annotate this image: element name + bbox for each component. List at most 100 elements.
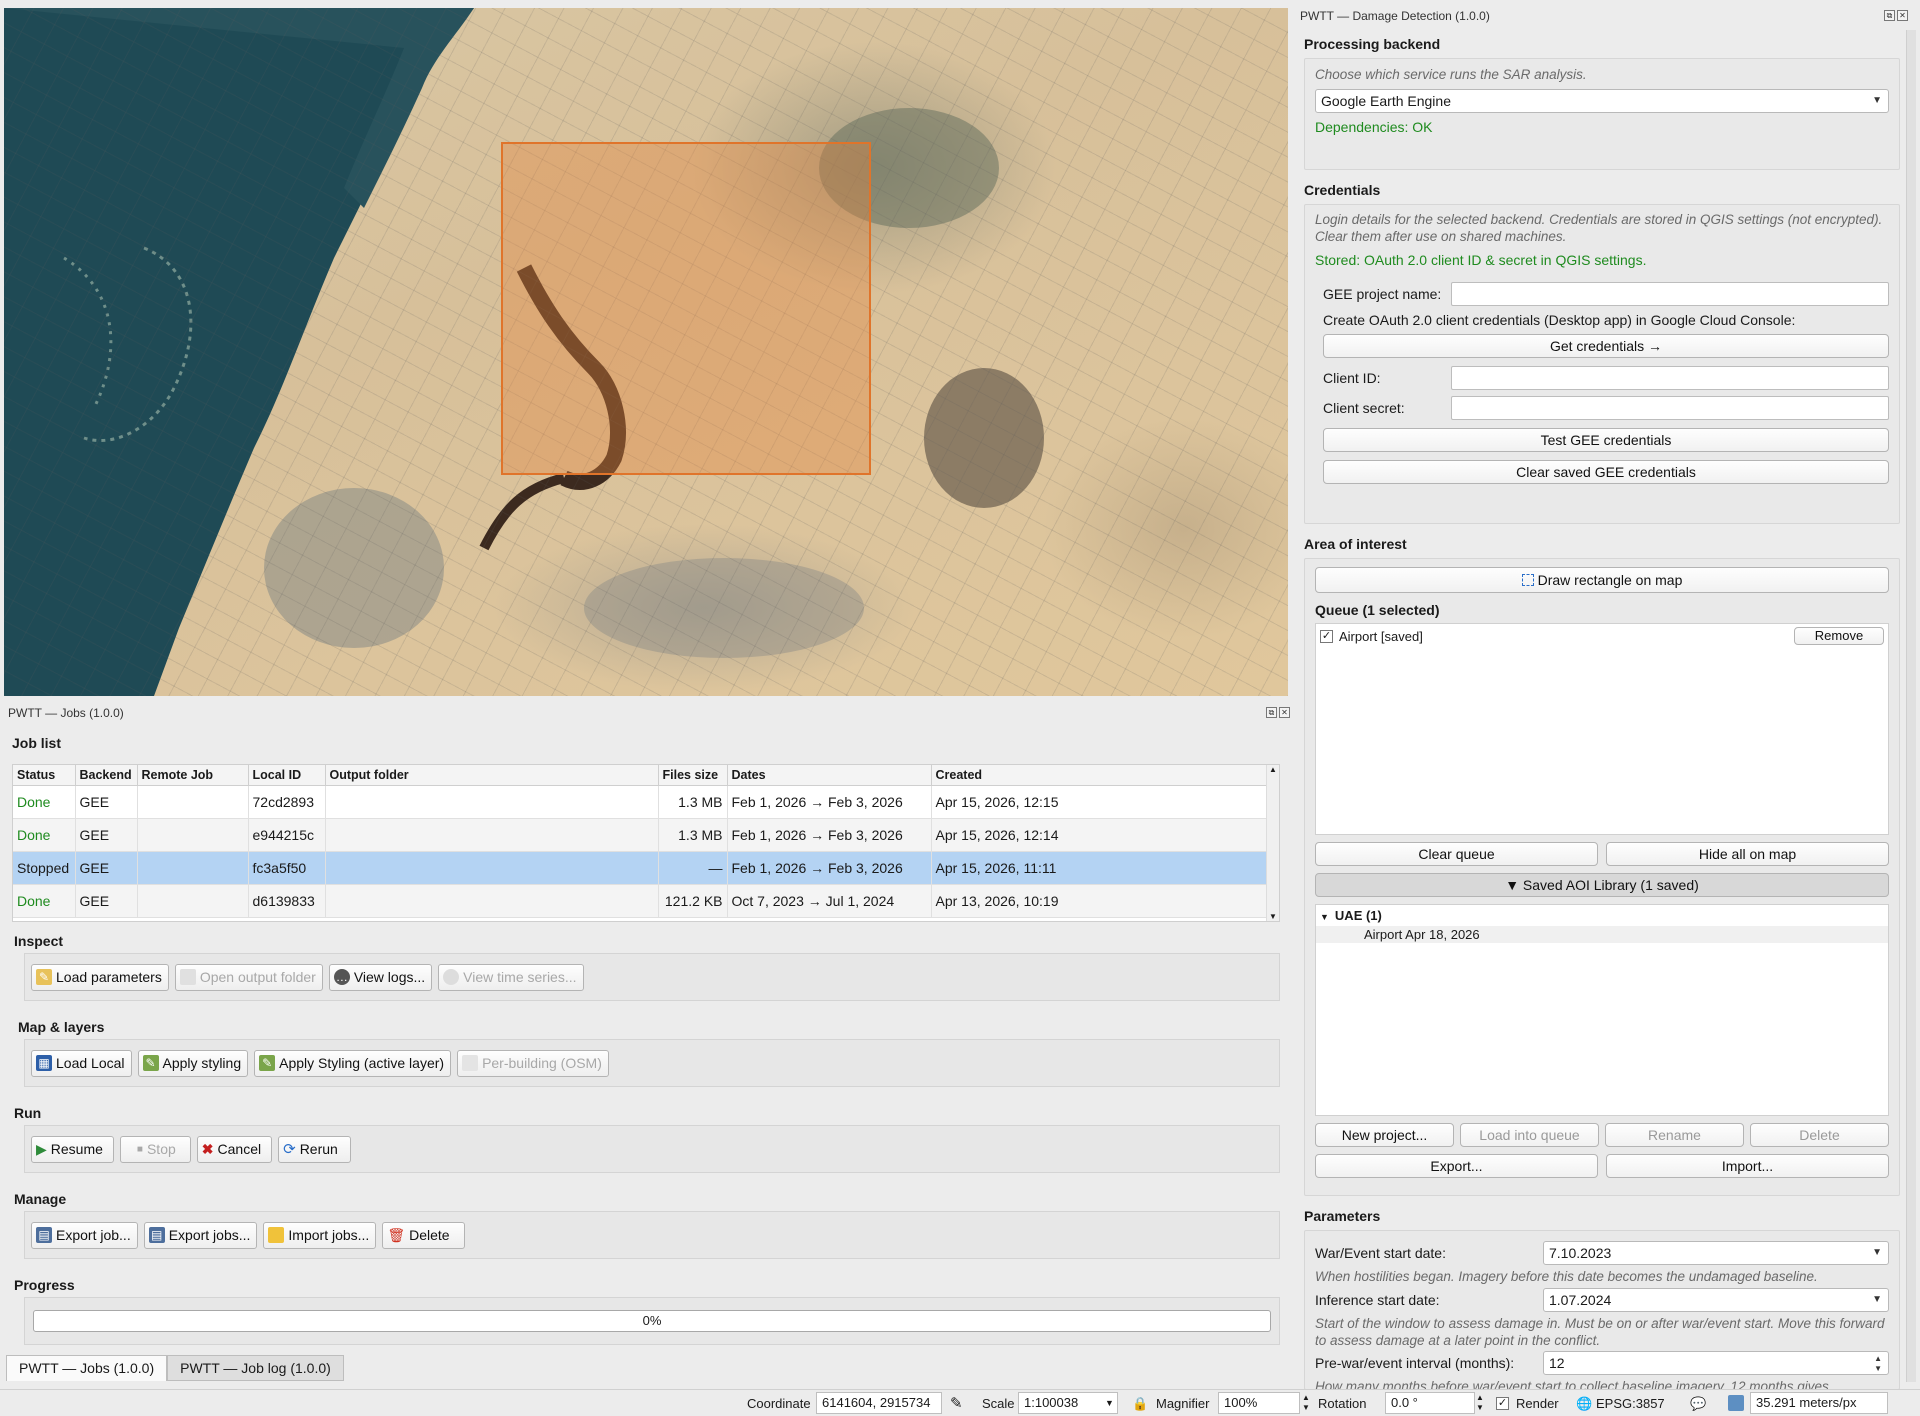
rotation-field[interactable]: 0.0 ° [1385,1392,1475,1414]
war-start-date-input[interactable]: 7.10.2023 ▼ [1543,1241,1889,1265]
load-parameters-button[interactable]: ✎ Load parameters [31,963,169,991]
job-local-id: fc3a5f50 [248,851,326,885]
clear-gee-credentials-button[interactable]: Clear saved GEE credentials [1323,460,1889,484]
inspect-heading: Inspect [14,933,64,949]
table-scrollbar[interactable]: ▲ ▼ [1266,765,1279,921]
draw-rectangle-label: Draw rectangle on map [1537,572,1683,588]
col-output-folder[interactable]: Output folder [325,765,659,786]
pre-interval-spinbox[interactable]: 12 ▲ ▼ [1543,1351,1889,1375]
open-output-folder-button[interactable]: Open output folder [174,963,323,991]
mouse-pointer-icon[interactable]: ✎ [950,1393,963,1414]
clear-queue-button[interactable]: Clear queue [1315,842,1598,866]
edit-icon: ✎ [36,969,52,985]
table-row[interactable]: Done GEE 72cd2893 1.3 MB Feb 1, 2026 → F… [13,785,1267,819]
export-job-button[interactable]: ▤ Export job... [31,1221,138,1249]
dock-title: PWTT — Damage Detection (1.0.0) ⧉ ✕ [1296,6,1912,26]
library-group[interactable]: ▼ UAE (1) [1316,905,1888,926]
stop-button[interactable]: ■ Stop [119,1135,191,1163]
inference-start-label: Inference start date: [1315,1292,1440,1308]
aoi-library-tree[interactable]: ▼ UAE (1) Airport Apr 18, 2026 [1315,904,1889,1116]
table-row[interactable]: Done GEE e944215c 1.3 MB Feb 1, 2026 → F… [13,818,1267,852]
queue-item-remove-button[interactable]: Remove [1794,627,1884,645]
apply-styling-button[interactable]: ✎ Apply styling [137,1049,249,1077]
backend-combo[interactable]: Google Earth Engine ▼ [1315,89,1889,113]
col-backend[interactable]: Backend [75,765,138,786]
spin-arrows-icon[interactable]: ▲ ▼ [1874,1354,1882,1374]
per-building-button[interactable]: Per-building (OSM) [457,1049,609,1077]
queue-item-checkbox[interactable]: ✓ [1320,629,1333,643]
queue-list[interactable]: ✓ Airport [saved] Remove [1315,623,1889,835]
scale-field[interactable]: 1:100038 [1018,1392,1118,1414]
import-aoi-button[interactable]: Import... [1606,1154,1889,1178]
close-icon[interactable]: ✕ [1897,10,1908,21]
crs-label[interactable]: EPSG:3857 [1596,1393,1665,1414]
map-tips-icon[interactable] [1728,1395,1744,1411]
chevron-down-icon[interactable]: ▼ [1320,912,1329,922]
library-item[interactable]: Airport Apr 18, 2026 [1316,926,1888,943]
new-project-button[interactable]: New project... [1315,1123,1454,1147]
col-created[interactable]: Created [931,765,1267,786]
export-aoi-button[interactable]: Export... [1315,1154,1598,1178]
col-status[interactable]: Status [13,765,76,786]
get-credentials-button[interactable]: Get credentials → [1323,334,1889,358]
open-output-folder-label: Open output folder [199,969,316,985]
gee-project-input[interactable] [1451,282,1889,306]
float-icon[interactable]: ⧉ [1266,707,1277,718]
client-secret-input[interactable] [1451,396,1889,420]
table-row[interactable]: Done GEE d6139833 121.2 KB Oct 7, 2023 →… [13,884,1267,918]
inference-start-date-input[interactable]: 1.07.2024 ▼ [1543,1288,1889,1312]
rename-button[interactable]: Rename [1605,1123,1744,1147]
magnifier-field[interactable]: 100% [1218,1392,1300,1414]
table-row-selected[interactable]: Stopped GEE fc3a5f50 — Feb 1, 2026 → Feb… [13,851,1267,885]
test-gee-credentials-button[interactable]: Test GEE credentials [1323,428,1889,452]
war-start-hint: When hostilities began. Imagery before t… [1315,1269,1818,1284]
chevron-down-icon[interactable]: ▼ [1105,1393,1114,1414]
float-icon[interactable]: ⧉ [1884,10,1895,21]
aoi-rectangle[interactable] [501,142,871,475]
delete-aoi-button[interactable]: Delete [1750,1123,1889,1147]
messages-icon[interactable]: 💬 [1690,1393,1706,1414]
globe-icon[interactable]: 🌐 [1576,1393,1592,1414]
tab-job-log[interactable]: PWTT — Job log (1.0.0) [167,1355,344,1381]
render-checkbox[interactable]: ✓ [1496,1397,1509,1410]
apply-styling-active-button[interactable]: ✎ Apply Styling (active layer) [254,1049,452,1077]
import-jobs-button[interactable]: Import jobs... [263,1221,377,1249]
tab-jobs[interactable]: PWTT — Jobs (1.0.0) [6,1355,168,1381]
col-remote-job[interactable]: Remote Job [137,765,249,786]
saved-aoi-library-toggle[interactable]: ▼ Saved AOI Library (1 saved) [1315,873,1889,897]
lock-icon[interactable]: 🔒 [1132,1393,1148,1414]
load-local-button[interactable]: ▦ Load Local [31,1049,132,1077]
delete-job-button[interactable]: 🗑 Delete [382,1221,465,1249]
chevron-down-icon[interactable]: ▼ [1872,1242,1882,1264]
col-local-id[interactable]: Local ID [248,765,326,786]
export-jobs-button[interactable]: ▤ Export jobs... [143,1221,258,1249]
rectangle-select-icon [1521,574,1534,586]
hide-all-button[interactable]: Hide all on map [1606,842,1889,866]
client-id-input[interactable] [1451,366,1889,390]
col-files-size[interactable]: Files size [658,765,728,786]
draw-rectangle-button[interactable]: Draw rectangle on map [1315,567,1889,593]
load-into-queue-button[interactable]: Load into queue [1460,1123,1599,1147]
view-logs-button[interactable]: … View logs... [328,963,433,991]
coordinate-field[interactable]: 6141604, 2915734 [816,1392,942,1414]
resume-button[interactable]: ▶ Resume [31,1135,114,1163]
status-bar: Coordinate 6141604, 2915734 ✎ Scale 1:10… [0,1389,1920,1416]
rerun-button[interactable]: ⟳ Rerun [278,1135,351,1163]
war-start-value: 7.10.2023 [1549,1245,1612,1261]
job-backend: GEE [75,851,138,885]
job-table-frame: Status Backend Remote Job Local ID Outpu… [12,764,1280,922]
queue-item[interactable]: ✓ Airport [saved] Remove [1320,627,1884,645]
view-time-series-button[interactable]: View time series... [438,963,584,991]
scroll-down-icon[interactable]: ▼ [1267,912,1279,921]
dock-scrollbar[interactable] [1906,30,1916,1382]
cancel-button[interactable]: ✖ Cancel [196,1135,273,1163]
spin-arrows-icon[interactable]: ▲ ▼ [1476,1393,1484,1414]
close-icon[interactable]: ✕ [1279,707,1290,718]
spin-arrows-icon[interactable]: ▲ ▼ [1302,1393,1310,1414]
scroll-up-icon[interactable]: ▲ [1267,765,1279,774]
job-remote [137,851,249,885]
chevron-down-icon[interactable]: ▼ [1872,1289,1882,1311]
credentials-hint: Login details for the selected backend. … [1315,212,1883,244]
col-dates[interactable]: Dates [727,765,932,786]
map-canvas[interactable] [4,8,1288,696]
